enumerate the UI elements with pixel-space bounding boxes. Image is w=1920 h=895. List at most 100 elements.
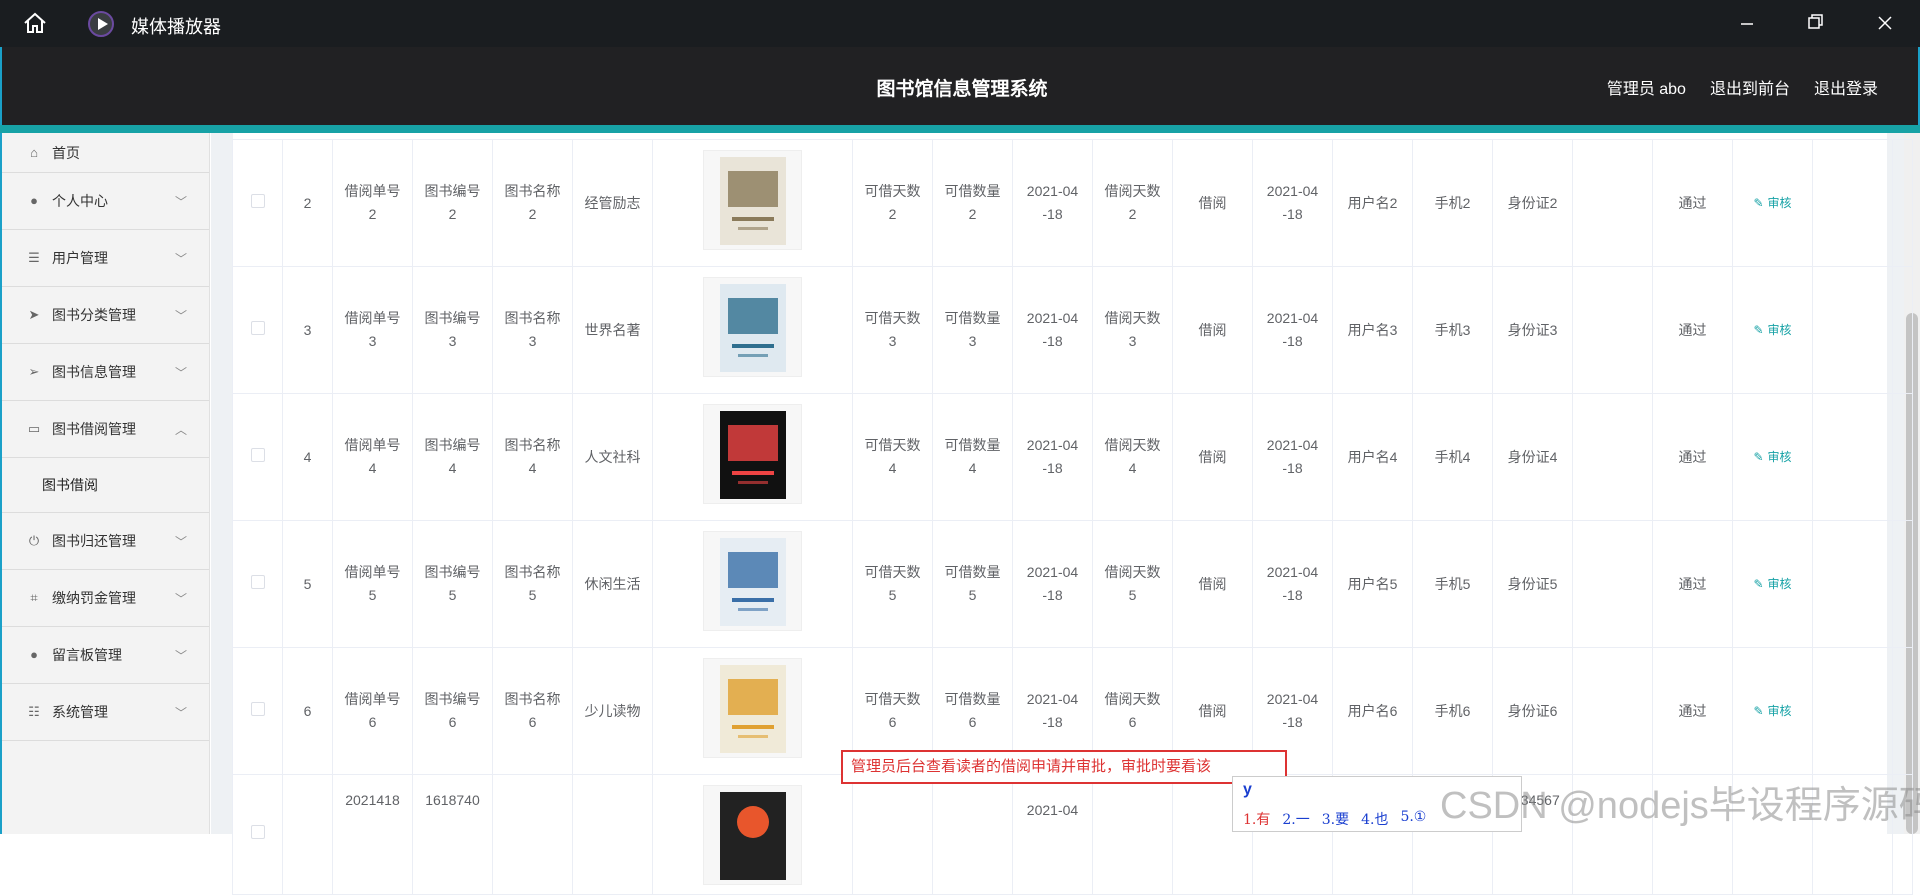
cell-empty xyxy=(1812,393,1893,521)
list-icon: ☰ xyxy=(28,250,40,265)
row-select[interactable] xyxy=(232,266,283,394)
sidebar-subitem-borrow[interactable]: 图书借阅 xyxy=(2,458,209,513)
audit-button[interactable]: ✎ 审核 xyxy=(1753,323,1791,337)
cell-due-date: 2021-04 -18 xyxy=(1252,139,1333,267)
sidebar-item-book-info[interactable]: ➢ 图书信息管理 ﹀ xyxy=(2,344,209,401)
home-icon[interactable] xyxy=(22,11,48,35)
close-icon[interactable] xyxy=(1865,8,1905,38)
row-select[interactable] xyxy=(232,647,283,775)
power-icon: ⏻ xyxy=(28,533,40,548)
back-to-front-link[interactable]: 退出到前台 xyxy=(1710,75,1790,99)
cell-borrowable-days: 可借天数 5 xyxy=(852,520,933,648)
book-cover-image xyxy=(703,530,802,631)
row-select[interactable] xyxy=(232,774,283,895)
row-checkbox[interactable] xyxy=(250,193,265,208)
sidebar-item-system[interactable]: ☷ 系统管理 ﹀ xyxy=(2,684,209,741)
row-index: 6 xyxy=(282,647,333,775)
audit-button[interactable]: ✎ 审核 xyxy=(1753,704,1791,718)
cell-actions: ✎ 审核 xyxy=(1732,520,1813,648)
pin-icon: ● xyxy=(30,647,38,662)
send-icon: ➤ xyxy=(28,307,40,322)
cell-book-name: 图书名称 5 xyxy=(492,520,573,648)
cell-borrow-no: 借阅单号 5 xyxy=(332,520,413,648)
chat-icon: ▭ xyxy=(27,421,41,436)
sidebar-item-label: 个人中心 xyxy=(52,193,108,209)
cell-empty xyxy=(1572,139,1653,267)
cell-phone: 手机6 xyxy=(1412,647,1493,775)
cell-book-no: 图书编号 3 xyxy=(412,266,493,394)
row-select[interactable] xyxy=(232,393,283,521)
sidebar-item-profile[interactable]: ● 个人中心 ﹀ xyxy=(2,173,209,230)
book-cover-image xyxy=(703,276,802,377)
table-row: 2 借阅单号 2 图书编号 2 图书名称 2 经管励志 可借天数 2 可借数量 2 2021-04 -18… xyxy=(232,139,1913,267)
ime-candidate[interactable]: 4.也 xyxy=(1361,809,1388,829)
sidebar-item-label: 图书借阅管理 xyxy=(52,421,136,437)
row-checkbox[interactable] xyxy=(250,825,265,839)
sidebar-item-label: 图书信息管理 xyxy=(52,364,136,380)
sidebar-item-return[interactable]: ⏻ 图书归还管理 ﹀ xyxy=(2,513,209,570)
cell-borrow-days: 借阅天数 5 xyxy=(1092,520,1173,648)
minimize-icon[interactable] xyxy=(1727,8,1767,38)
cell-borrow-date: 2021-04 -18 xyxy=(1012,393,1093,521)
audit-button[interactable]: ✎ 审核 xyxy=(1753,450,1791,464)
cell-borrowable-qty: 可借数量 2 xyxy=(932,139,1013,267)
sidebar-item-users[interactable]: ☰ 用户管理 ﹀ xyxy=(2,230,209,287)
cell-phone: 手机3 xyxy=(1412,266,1493,394)
cell-empty xyxy=(1892,647,1913,775)
cell-empty xyxy=(1892,139,1913,267)
cell-book-no: 1618740 xyxy=(412,774,493,895)
sidebar-item-label: 图书归还管理 xyxy=(52,533,136,549)
cell-borrowable-days: 可借天数 4 xyxy=(852,393,933,521)
ime-candidate[interactable]: 5.① xyxy=(1400,809,1426,829)
row-select[interactable] xyxy=(232,520,283,648)
cell-due-date: 2021-04 -18 xyxy=(1252,393,1333,521)
cell-due-date: 2021-04 -18 xyxy=(1252,520,1333,648)
sidebar-item-borrow[interactable]: ▭ 图书借阅管理 ︿ xyxy=(2,401,209,458)
logout-link[interactable]: 退出登录 xyxy=(1814,75,1878,99)
row-checkbox[interactable] xyxy=(250,447,265,462)
sidebar-item-messages[interactable]: ● 留言板管理 ﹀ xyxy=(2,627,209,684)
audit-button[interactable]: ✎ 审核 xyxy=(1753,577,1791,591)
row-select[interactable] xyxy=(232,139,283,267)
cell-book-no: 图书编号 5 xyxy=(412,520,493,648)
row-index: 2 xyxy=(282,139,333,267)
cell-borrow-no: 借阅单号 4 xyxy=(332,393,413,521)
ime-candidate[interactable]: 1.有 xyxy=(1243,809,1270,829)
row-checkbox[interactable] xyxy=(250,574,265,589)
cell-borrow-date: 2021-04 xyxy=(1012,774,1093,895)
cell-empty xyxy=(1572,520,1653,648)
cell-empty xyxy=(1572,647,1653,775)
audit-button[interactable]: ✎ 审核 xyxy=(1753,196,1791,210)
player-title: 媒体播放器 xyxy=(131,17,221,37)
sidebar-item-book-category[interactable]: ➤ 图书分类管理 ﹀ xyxy=(2,287,209,344)
book-cover-image xyxy=(703,149,802,250)
book-cover-image xyxy=(703,403,802,504)
cell-borrowable-qty: 可借数量 5 xyxy=(932,520,1013,648)
chevron-down-icon: ﹀ xyxy=(174,535,187,549)
ime-candidate[interactable]: 2.一 xyxy=(1282,809,1309,829)
ime-candidate[interactable]: 3.要 xyxy=(1322,809,1349,829)
cell-borrowable-days xyxy=(852,774,933,895)
cell-actions: ✎ 审核 xyxy=(1732,393,1813,521)
cell-due-date: 2021-04 -18 xyxy=(1252,266,1333,394)
row-checkbox[interactable] xyxy=(250,701,265,716)
cell-category: 人文社科 xyxy=(572,393,653,521)
sidebar-item-fines[interactable]: ⌗ 缴纳罚金管理 ﹀ xyxy=(2,570,209,627)
sidebar-item-label: 缴纳罚金管理 xyxy=(52,590,136,606)
cell-category: 世界名著 xyxy=(572,266,653,394)
user-icon: ● xyxy=(30,193,38,208)
restore-icon[interactable] xyxy=(1795,8,1835,38)
edit-icon: ✎ xyxy=(1753,704,1764,718)
chevron-down-icon: ﹀ xyxy=(174,252,187,266)
cell-username: 用户名5 xyxy=(1332,520,1413,648)
cell-borrow-date: 2021-04 -18 xyxy=(1012,139,1093,267)
row-index: 4 xyxy=(282,393,333,521)
cell-idcard: 身份证2 xyxy=(1492,139,1573,267)
row-checkbox[interactable] xyxy=(250,320,265,335)
annotation-caption: 管理员后台查看读者的借阅申请并审批，审批时要看该 xyxy=(841,750,1287,784)
cell-username: 用户名3 xyxy=(1332,266,1413,394)
cell-phone: 手机2 xyxy=(1412,139,1493,267)
sidebar-item-home[interactable]: ⌂ 首页 xyxy=(2,133,209,173)
header-accent-bar xyxy=(0,125,1920,133)
cell-status: 借阅 xyxy=(1172,520,1253,648)
